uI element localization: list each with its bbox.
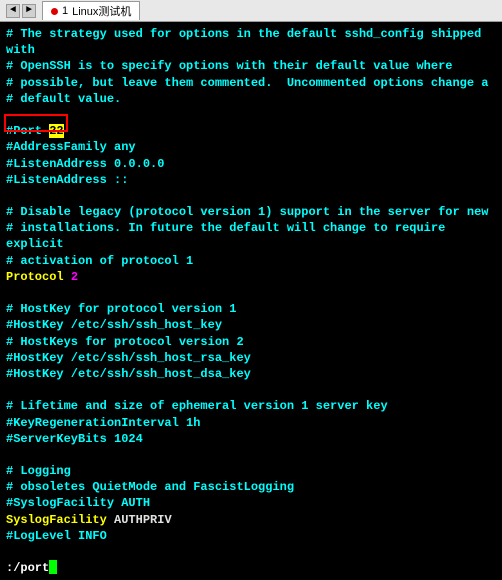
config-line: #AddressFamily any [6, 139, 496, 155]
tab-prev-button[interactable]: ◄ [6, 4, 20, 18]
config-line: #HostKey /etc/ssh/ssh_host_rsa_key [6, 350, 496, 366]
config-line: #KeyRegenerationInterval 1h [6, 415, 496, 431]
status-dot-icon [51, 8, 58, 15]
config-line: #HostKey /etc/ssh/ssh_host_key [6, 317, 496, 333]
syslog-key: SyslogFacility [6, 513, 107, 527]
redaction-strip [418, 530, 490, 548]
config-line: # HostKeys for protocol version 2 [6, 334, 496, 350]
config-line: # Lifetime and size of ephemeral version… [6, 398, 496, 414]
blank-line [6, 107, 496, 123]
config-line: # HostKey for protocol version 1 [6, 301, 496, 317]
search-command: :/port [6, 560, 49, 576]
terminal-viewport[interactable]: # The strategy used for options in the d… [0, 22, 502, 580]
config-line: # obsoletes QuietMode and FascistLogging [6, 479, 496, 495]
config-line: # activation of protocol 1 [6, 253, 496, 269]
config-line: #SyslogFacility AUTH [6, 495, 496, 511]
protocol-line: Protocol 2 [6, 269, 496, 285]
port-label: #Port [6, 124, 49, 138]
tab-next-button[interactable]: ► [22, 4, 36, 18]
protocol-value: 2 [71, 270, 78, 284]
syslog-line: SyslogFacility AUTHPRIV [6, 512, 496, 528]
config-line: #HostKey /etc/ssh/ssh_host_dsa_key [6, 366, 496, 382]
config-line: #ServerKeyBits 1024 [6, 431, 496, 447]
blank-line [6, 382, 496, 398]
tab-controls: ◄ ► [6, 4, 36, 18]
config-line: #ListenAddress 0.0.0.0 [6, 156, 496, 172]
config-line: # installations. In future the default w… [6, 220, 496, 252]
config-line: # The strategy used for options in the d… [6, 26, 496, 58]
blank-line [6, 188, 496, 204]
tab-number: 1 [62, 5, 68, 17]
protocol-key: Protocol [6, 270, 64, 284]
tab-label: Linux测试机 [72, 3, 131, 19]
port-line: #Port 22 [6, 123, 496, 139]
tab-linux-test[interactable]: 1 Linux测试机 [42, 1, 140, 20]
syslog-value: AUTHPRIV [114, 513, 172, 527]
blank-line [6, 285, 496, 301]
port-value-highlight: 22 [49, 124, 63, 138]
config-line: # OpenSSH is to specify options with the… [6, 58, 496, 74]
config-line: # default value. [6, 91, 496, 107]
tab-bar: ◄ ► 1 Linux测试机 [0, 0, 502, 22]
vim-command-line[interactable]: :/port [6, 560, 496, 576]
config-line: # Logging [6, 463, 496, 479]
config-line: #ListenAddress :: [6, 172, 496, 188]
config-line: # Disable legacy (protocol version 1) su… [6, 204, 496, 220]
blank-line [6, 447, 496, 463]
cursor-icon [49, 560, 57, 574]
config-line: # possible, but leave them commented. Un… [6, 75, 496, 91]
